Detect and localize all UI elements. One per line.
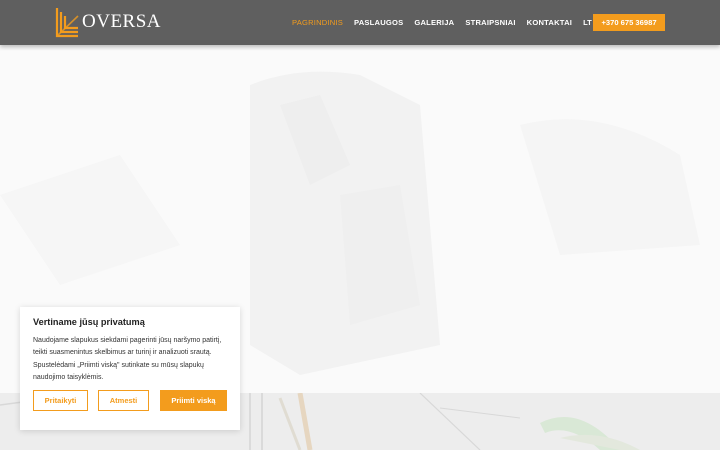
main-nav: PAGRINDINIS PASLAUGOS GALERIJA STRAIPSNI… — [292, 0, 611, 45]
accept-all-button[interactable]: Priimti viską — [160, 390, 227, 411]
site-header: OVERSA PAGRINDINIS PASLAUGOS GALERIJA ST… — [0, 0, 720, 45]
oversa-logo-icon — [55, 8, 79, 38]
nav-item-galerija[interactable]: GALERIJA — [414, 18, 454, 27]
language-label: LT — [583, 18, 592, 27]
cookie-title: Vertiname jūsų privatumą — [33, 317, 145, 327]
nav-item-straipsniai[interactable]: STRAIPSNIAI — [465, 18, 515, 27]
customize-button[interactable]: Pritaikyti — [33, 390, 88, 411]
nav-item-pagrindinis[interactable]: PAGRINDINIS — [292, 18, 343, 27]
phone-button[interactable]: +370 675 36987 — [593, 14, 665, 31]
cookie-text: Naudojame slapukus siekdami pagerinti jū… — [33, 337, 222, 381]
reject-button[interactable]: Atmesti — [98, 390, 149, 411]
brand-name: OVERSA — [82, 11, 162, 32]
nav-item-paslaugos[interactable]: PASLAUGOS — [354, 18, 403, 27]
nav-item-kontaktai[interactable]: KONTAKTAI — [527, 18, 572, 27]
cookie-consent-dialog: Vertiname jūsų privatumą Naudojame slapu… — [20, 307, 240, 430]
site-logo[interactable]: OVERSA — [54, 6, 161, 38]
